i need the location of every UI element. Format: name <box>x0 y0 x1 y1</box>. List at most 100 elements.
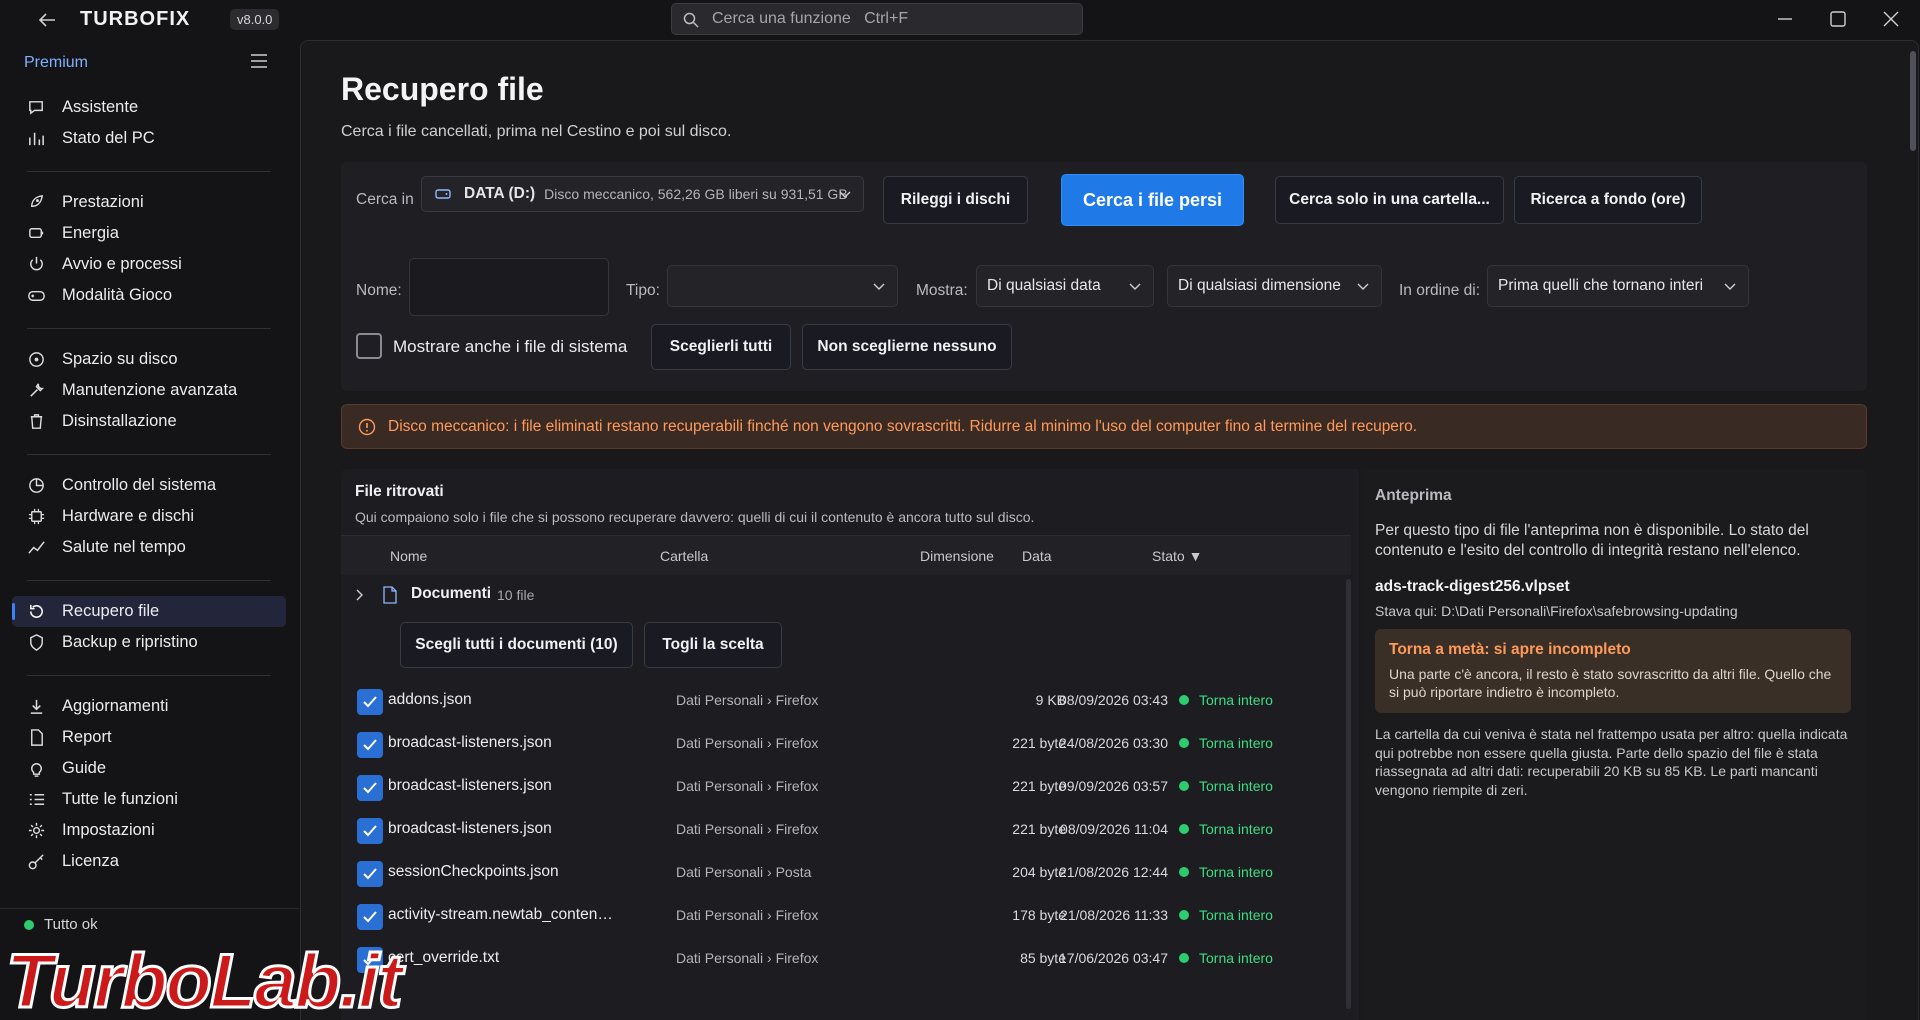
preview-file-name: ads-track-digest256.vlpset <box>1375 578 1570 595</box>
sidebar-item-modalità-gioco[interactable]: Modalità Gioco <box>12 280 286 311</box>
status-indicator: Tutto ok <box>24 916 98 933</box>
row-checkbox[interactable] <box>357 904 383 930</box>
order-select[interactable]: Prima quelli che tornano interi <box>1487 265 1749 307</box>
select-none-button[interactable]: Non sceglierne nessuno <box>802 324 1012 370</box>
state-dot <box>1179 781 1189 791</box>
cpu-icon <box>28 508 45 525</box>
status-text: Tutto ok <box>44 916 98 933</box>
state-dot <box>1179 867 1189 877</box>
turbolab-watermark-logo: TurboLab.it <box>0 935 500 1020</box>
select-all-button[interactable]: Sceglierli tutti <box>651 324 791 370</box>
shield-icon <box>30 634 43 651</box>
sidebar-item-label: Manutenzione avanzata <box>62 381 238 399</box>
app-brand: TURBOFIX <box>80 8 191 30</box>
back-arrow-icon[interactable] <box>36 9 58 31</box>
nav-separator <box>27 675 271 676</box>
partial-recovery-notice: Torna a metà: si apre incompleto Una par… <box>1375 629 1851 713</box>
sidebar-item-energia[interactable]: Energia <box>12 218 286 249</box>
maximize-icon[interactable] <box>1827 8 1849 30</box>
search-input[interactable] <box>712 4 1072 34</box>
sidebar-item-controllo-del-sistema[interactable]: Controllo del sistema <box>12 470 286 501</box>
state-dot <box>1179 910 1189 920</box>
checkmark-icon <box>363 739 377 751</box>
chevron-right-icon[interactable] <box>355 589 365 601</box>
sidebar-item-label: Licenza <box>62 852 119 870</box>
sidebar-item-recupero-file[interactable]: Recupero file <box>12 596 286 627</box>
status-dot <box>24 919 34 930</box>
row-date: 17/06/2026 03:47 <box>1059 950 1168 966</box>
row-state-text: Torna intero <box>1199 735 1273 751</box>
function-search[interactable] <box>671 3 1083 35</box>
row-checkbox[interactable] <box>357 689 383 715</box>
search-location-label: Cerca in <box>356 191 414 208</box>
minimize-icon[interactable] <box>1774 8 1796 30</box>
group-documents[interactable]: Documenti 10 file <box>341 575 1351 615</box>
drive-select[interactable]: DATA (D:) Disco meccanico, 562,26 GB lib… <box>421 176 864 212</box>
sidebar-item-prestazioni[interactable]: Prestazioni <box>12 187 286 218</box>
column-name[interactable]: Nome <box>390 548 427 564</box>
show-filter-label: Mostra: <box>916 282 968 299</box>
sidebar-item-hardware-e-dischi[interactable]: Hardware e dischi <box>12 501 286 532</box>
menu-icon[interactable] <box>250 54 268 68</box>
row-checkbox[interactable] <box>357 818 383 844</box>
pie-icon <box>29 478 44 493</box>
name-filter-input[interactable] <box>409 258 609 316</box>
column-folder[interactable]: Cartella <box>660 548 708 564</box>
sidebar-item-report[interactable]: Report <box>12 722 286 753</box>
row-file-name: broadcast-listeners.json <box>388 734 552 751</box>
sidebar-item-disinstallazione[interactable]: Disinstallazione <box>12 406 286 437</box>
search-lost-files-button[interactable]: Cerca i file persi <box>1061 174 1244 226</box>
drive-icon <box>435 189 451 199</box>
date-filter-select[interactable]: Di qualsiasi data <box>976 265 1154 307</box>
row-checkbox[interactable] <box>357 732 383 758</box>
column-date[interactable]: Data <box>1022 548 1052 564</box>
type-filter-select[interactable] <box>667 265 898 307</box>
size-filter-select[interactable]: Di qualsiasi dimensione <box>1167 265 1382 307</box>
row-checkbox[interactable] <box>357 775 383 801</box>
row-file-name: activity-stream.newtab_content_event_... <box>388 906 613 923</box>
rescan-disks-button[interactable]: Rileggi i dischi <box>883 176 1028 224</box>
sidebar-item-label: Controllo del sistema <box>62 476 217 494</box>
page-title: Recupero file <box>341 71 544 107</box>
row-file-name: broadcast-listeners.json <box>388 777 552 794</box>
row-state: Torna intero <box>1179 950 1273 966</box>
sidebar-item-label: Backup e ripristino <box>62 633 198 651</box>
sidebar-item-salute-nel-tempo[interactable]: Salute nel tempo <box>12 532 286 563</box>
sidebar-item-backup-e-ripristino[interactable]: Backup e ripristino <box>12 627 286 658</box>
sidebar-nav: Assistente Stato del PC Prestazioni Energia… <box>12 92 286 877</box>
sidebar-item-guide[interactable]: Guide <box>12 753 286 784</box>
sidebar-item-manutenzione-avanzata[interactable]: Manutenzione avanzata <box>12 375 286 406</box>
table-header: Nome Cartella Dimensione Data Stato ▼ <box>341 535 1351 575</box>
sidebar-item-tutte-le-funzioni[interactable]: Tutte le funzioni <box>12 784 286 815</box>
column-state[interactable]: Stato ▼ <box>1152 548 1202 564</box>
system-files-checkbox[interactable] <box>356 333 382 359</box>
row-checkbox[interactable] <box>357 861 383 887</box>
sidebar-item-stato-del-pc[interactable]: Stato del PC <box>12 123 286 154</box>
sidebar-item-label: Report <box>62 728 112 746</box>
sidebar-item-label: Guide <box>62 759 107 777</box>
sidebar-item-spazio-su-disco[interactable]: Spazio su disco <box>12 344 286 375</box>
deep-search-button[interactable]: Ricerca a fondo (ore) <box>1514 176 1702 224</box>
row-file-name: sessionCheckpoints.json <box>388 863 559 880</box>
drive-description: Disco meccanico, 562,26 GB liberi su 931… <box>544 186 848 202</box>
title-bar: TURBOFIX v8.0.0 <box>0 0 1920 40</box>
search-icon <box>683 12 699 28</box>
row-date: 08/09/2026 11:04 <box>1060 821 1168 837</box>
sidebar-item-assistente[interactable]: Assistente <box>12 92 286 123</box>
clear-selection-button[interactable]: Togli la scelta <box>644 622 782 668</box>
chevron-down-icon <box>1129 283 1141 290</box>
close-icon[interactable] <box>1880 8 1902 30</box>
column-size[interactable]: Dimensione <box>920 548 994 564</box>
search-folder-button[interactable]: Cerca solo in una cartella... <box>1275 176 1504 224</box>
sidebar-item-label: Salute nel tempo <box>62 538 186 556</box>
sidebar-item-avvio-e-processi[interactable]: Avvio e processi <box>12 249 286 280</box>
sidebar-item-licenza[interactable]: Licenza <box>12 846 286 877</box>
sidebar-item-impostazioni[interactable]: Impostazioni <box>12 815 286 846</box>
date-filter-value: Di qualsiasi data <box>987 277 1101 294</box>
select-all-documents-button[interactable]: Scegli tutti i documenti (10) <box>400 622 633 668</box>
row-state-text: Torna intero <box>1199 864 1273 880</box>
sidebar-item-aggiornamenti[interactable]: Aggiornamenti <box>12 691 286 722</box>
main-scrollbar[interactable] <box>1910 51 1916 151</box>
results-scrollbar[interactable] <box>1346 579 1351 1009</box>
notice-body: Una parte c'è ancora, il resto è stato s… <box>1389 666 1832 700</box>
